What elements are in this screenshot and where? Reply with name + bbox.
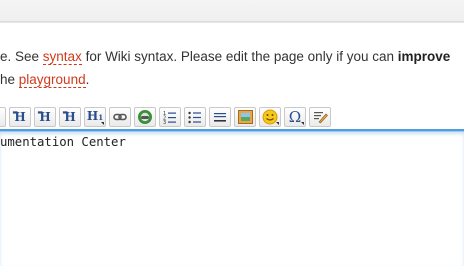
pen-signature-icon [313, 112, 328, 124]
edit-intro-text: e. See syntax for Wiki syntax. Please ed… [0, 45, 464, 91]
special-chars-button[interactable]: Ω [284, 107, 306, 127]
dropdown-corner-icon [101, 122, 104, 125]
heading-lower-icon: ▬ H [37, 109, 51, 124]
editor-content[interactable]: umentation Center [0, 135, 126, 149]
intro-line-1: e. See syntax for Wiki syntax. Please ed… [0, 45, 464, 68]
chain-link-icon [113, 113, 127, 121]
link-button[interactable] [109, 107, 131, 127]
heading-higher-icon: ▬ H [62, 109, 76, 124]
globe-link-icon [138, 110, 152, 124]
horizontal-rule-icon [214, 113, 226, 122]
toolbar-partial-button[interactable] [0, 107, 6, 127]
intro-text-1: e. See [0, 49, 43, 64]
editor-toolbar: ▬ H ▬ H ▬ H H1 1 2 3 Ω [0, 106, 334, 128]
smileys-button[interactable] [259, 107, 281, 127]
intro-text-3: he [0, 72, 19, 87]
syntax-link[interactable]: syntax [42, 49, 82, 65]
heading-same-icon: ▬ H [12, 109, 26, 124]
dropdown-corner-icon [301, 122, 304, 125]
intro-text-2: for Wiki syntax. Please edit the page on… [81, 49, 398, 64]
heading-lower-level-button[interactable]: ▬ H [34, 107, 56, 127]
external-link-button[interactable] [134, 107, 156, 127]
omega-icon: Ω [288, 108, 302, 126]
bullet-list-icon [188, 111, 201, 124]
ordered-list-icon: 1 2 3 [163, 111, 176, 124]
dropdown-corner-icon [276, 122, 279, 125]
intro-text-4: . [85, 72, 90, 87]
intro-bold-text: improve [397, 49, 451, 64]
heading-select-button[interactable]: H1 [84, 107, 106, 127]
page-header-bar [0, 0, 464, 21]
heading-higher-level-button[interactable]: ▬ H [59, 107, 81, 127]
image-icon [237, 110, 253, 124]
unordered-list-button[interactable] [184, 107, 206, 127]
insert-media-button[interactable] [234, 107, 256, 127]
wiki-text-editor[interactable] [0, 131, 464, 266]
playground-link[interactable]: playground [18, 72, 86, 88]
heading-same-level-button[interactable]: ▬ H [9, 107, 31, 127]
signature-button[interactable] [309, 107, 331, 127]
header-divider [0, 21, 464, 23]
horizontal-rule-button[interactable] [209, 107, 231, 127]
ordered-list-button[interactable]: 1 2 3 [159, 107, 181, 127]
svg-text:3: 3 [163, 120, 166, 124]
intro-line-2: he playground. [0, 68, 464, 91]
